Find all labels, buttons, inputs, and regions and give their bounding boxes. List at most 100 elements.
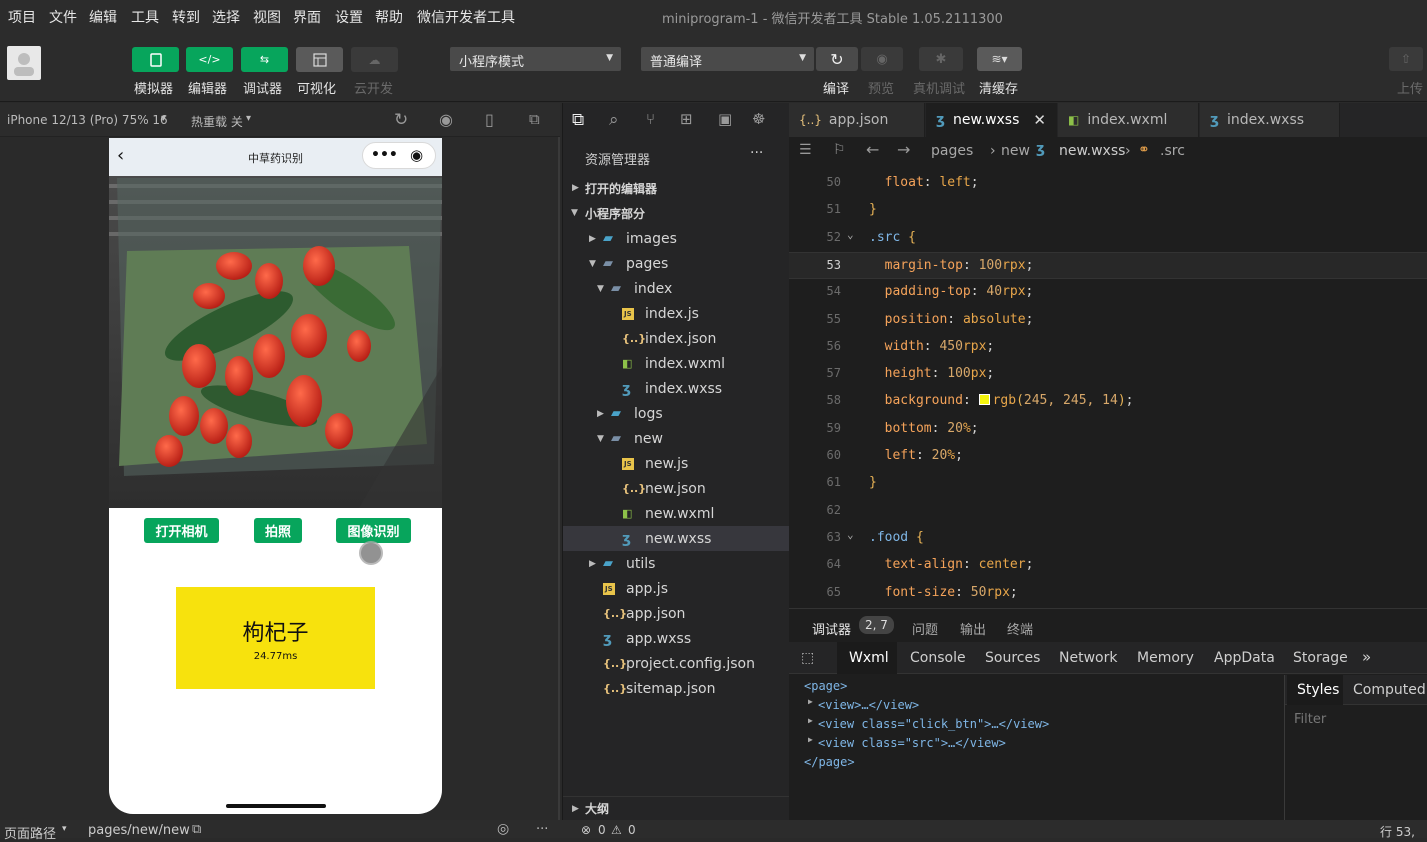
tree-item[interactable]: JS index.js [563,301,790,326]
tab-network[interactable]: Network [1059,650,1117,666]
wxml-tree[interactable]: <page> ▶ <view>…</view> ▶ <view class="c… [789,675,1284,821]
tab-terminal[interactable]: 终端 [1007,619,1033,638]
files-icon[interactable]: ⧉ [572,110,584,130]
tree-item[interactable]: ▶ ▰ logs [563,401,790,426]
menu-tools[interactable]: 工具 [131,7,159,27]
wxml-node[interactable]: <view class="src">…</view> [818,736,1006,750]
tree-item[interactable]: {..} project.config.json [563,651,790,676]
code-line[interactable]: 52 ⌄ .src { [789,225,1427,252]
code-line[interactable]: 63 ⌄ .food { [789,525,1427,552]
close-icon[interactable]: ✕ [1033,111,1046,129]
tab-sources[interactable]: Sources [985,650,1040,666]
code-line[interactable]: 65 font-size: 50rpx; [789,580,1427,607]
debugger-button[interactable]: ⇆ [241,47,288,72]
cursor-position[interactable]: 行 53, [1380,823,1415,840]
code-line[interactable]: 58 background: rgb(245, 245, 14); [789,388,1427,415]
breadcrumb-new[interactable]: new [1001,143,1030,159]
menu-interface[interactable]: 界面 [293,7,321,27]
menu-view[interactable]: 视图 [253,7,281,27]
upload-button[interactable]: ⇧ [1389,47,1423,71]
menu-goto[interactable]: 转到 [172,7,200,27]
code-area[interactable]: 50 float: left; 51} 52 ⌄ .src {53 margin-top… [789,170,1427,608]
tab-memory[interactable]: Memory [1137,650,1194,666]
mode-select[interactable]: 小程序模式 ▼ [450,47,621,71]
open-camera-button[interactable]: 打开相机 [144,518,219,543]
editor-button[interactable]: </> [186,47,233,72]
fold-icon[interactable]: ⌄ [847,528,854,541]
search-icon[interactable]: ⌕ [609,110,619,130]
filter-input[interactable]: Filter [1294,712,1326,727]
tree-item[interactable]: ʒ new.wxss [563,526,790,551]
eye-icon[interactable]: ◎ [497,821,509,837]
wxml-node[interactable]: <page> [804,679,847,693]
forward-arrow-icon[interactable]: → [897,140,910,159]
tab-debugger[interactable]: 调试器 [812,619,851,638]
breadcrumb-pages[interactable]: pages [931,143,973,159]
code-line[interactable]: 55 position: absolute; [789,307,1427,334]
tab-appdata[interactable]: AppData [1214,650,1275,666]
code-line[interactable]: 64 text-align: center; [789,552,1427,579]
code-line[interactable]: 50 float: left; [789,170,1427,197]
popout-icon[interactable]: ⧉ [529,110,540,128]
tree-item[interactable]: ▼ ▰ pages [563,251,790,276]
storage-icon[interactable]: ▣ [718,110,732,128]
phone-icon[interactable]: ▯ [485,110,494,129]
tree-item[interactable]: JS app.js [563,576,790,601]
tab-app-json[interactable]: {..} app.json [789,103,925,137]
menu-select[interactable]: 选择 [212,7,240,27]
code-line[interactable]: 56 width: 450rpx; [789,334,1427,361]
tab-index-wxml[interactable]: ◧ index.wxml [1058,103,1199,137]
tree-item[interactable]: {..} sitemap.json [563,676,790,701]
tree-item[interactable]: ▼ ▰ new [563,426,790,451]
tree-item[interactable]: ▼ ▰ index [563,276,790,301]
tree-item[interactable]: ʒ index.wxss [563,376,790,401]
code-line[interactable]: 54 padding-top: 40rpx; [789,279,1427,306]
open-editors-section[interactable]: ▶ 打开的编辑器 [563,176,790,200]
expand-icon[interactable]: ▶ [808,735,813,744]
list-icon[interactable]: ☰ [799,142,812,158]
menu-file[interactable]: 文件 [49,7,77,27]
rotate-icon[interactable]: ↻ [394,110,408,130]
tab-wxml[interactable]: Wxml [849,650,889,666]
tab-output[interactable]: 输出 [960,619,986,638]
tree-item[interactable]: ▶ ▰ utils [563,551,790,576]
tree-item[interactable]: {..} index.json [563,326,790,351]
code-line[interactable]: 59 bottom: 20%; [789,416,1427,443]
more-tabs-icon[interactable]: » [1362,648,1371,666]
code-line[interactable]: 61} [789,470,1427,497]
wxml-node[interactable]: </page> [804,755,855,769]
tab-index-wxss[interactable]: ʒ index.wxss [1200,103,1340,137]
menu-wechat-devtools[interactable]: 微信开发者工具 [417,7,515,27]
menu-edit[interactable]: 编辑 [89,7,117,27]
cloud-button[interactable]: ☁ [351,47,398,72]
splitter[interactable] [558,137,560,820]
code-line[interactable]: 62 [789,498,1427,525]
expand-icon[interactable]: ▶ [808,716,813,725]
tree-item[interactable]: {..} new.json [563,476,790,501]
record-icon[interactable]: ◉ [439,110,453,129]
code-line[interactable]: 57 height: 100px; [789,361,1427,388]
menu-project[interactable]: 项目 [8,7,36,27]
back-icon[interactable]: ‹ [117,145,124,166]
copy-icon[interactable]: ⧉ [192,822,201,837]
tab-problems[interactable]: 问题 [912,619,938,638]
take-photo-button[interactable]: 拍照 [254,518,302,543]
inspect-icon[interactable]: ⬚ [801,650,814,666]
hot-reload-select[interactable]: 热重载 关 [191,113,243,130]
tree-item[interactable]: ▶ ▰ images [563,226,790,251]
device-select[interactable]: iPhone 12/13 (Pro) 75% 16 [7,113,168,127]
recognize-button[interactable]: 图像识别 [336,518,411,543]
page-path-label[interactable]: 页面路径 [4,823,56,842]
project-section[interactable]: ▼ 小程序部分 [563,201,790,225]
compile-button[interactable]: ↻ [816,47,858,71]
simulator-button[interactable] [132,47,179,72]
warning-count[interactable]: 0 [628,823,636,837]
tab-new-wxss[interactable]: ʒ new.wxss ✕ [926,103,1057,137]
menu-help[interactable]: 帮助 [375,7,403,27]
compile-select[interactable]: 普通编译 ▼ [641,47,814,71]
more-icon[interactable]: ••• [371,147,398,163]
outline-section[interactable]: ▶ 大纲 [563,796,790,820]
code-line[interactable]: 53 margin-top: 100rpx; [789,251,1427,279]
error-count[interactable]: 0 [598,823,606,837]
tab-storage[interactable]: Storage [1293,650,1348,666]
